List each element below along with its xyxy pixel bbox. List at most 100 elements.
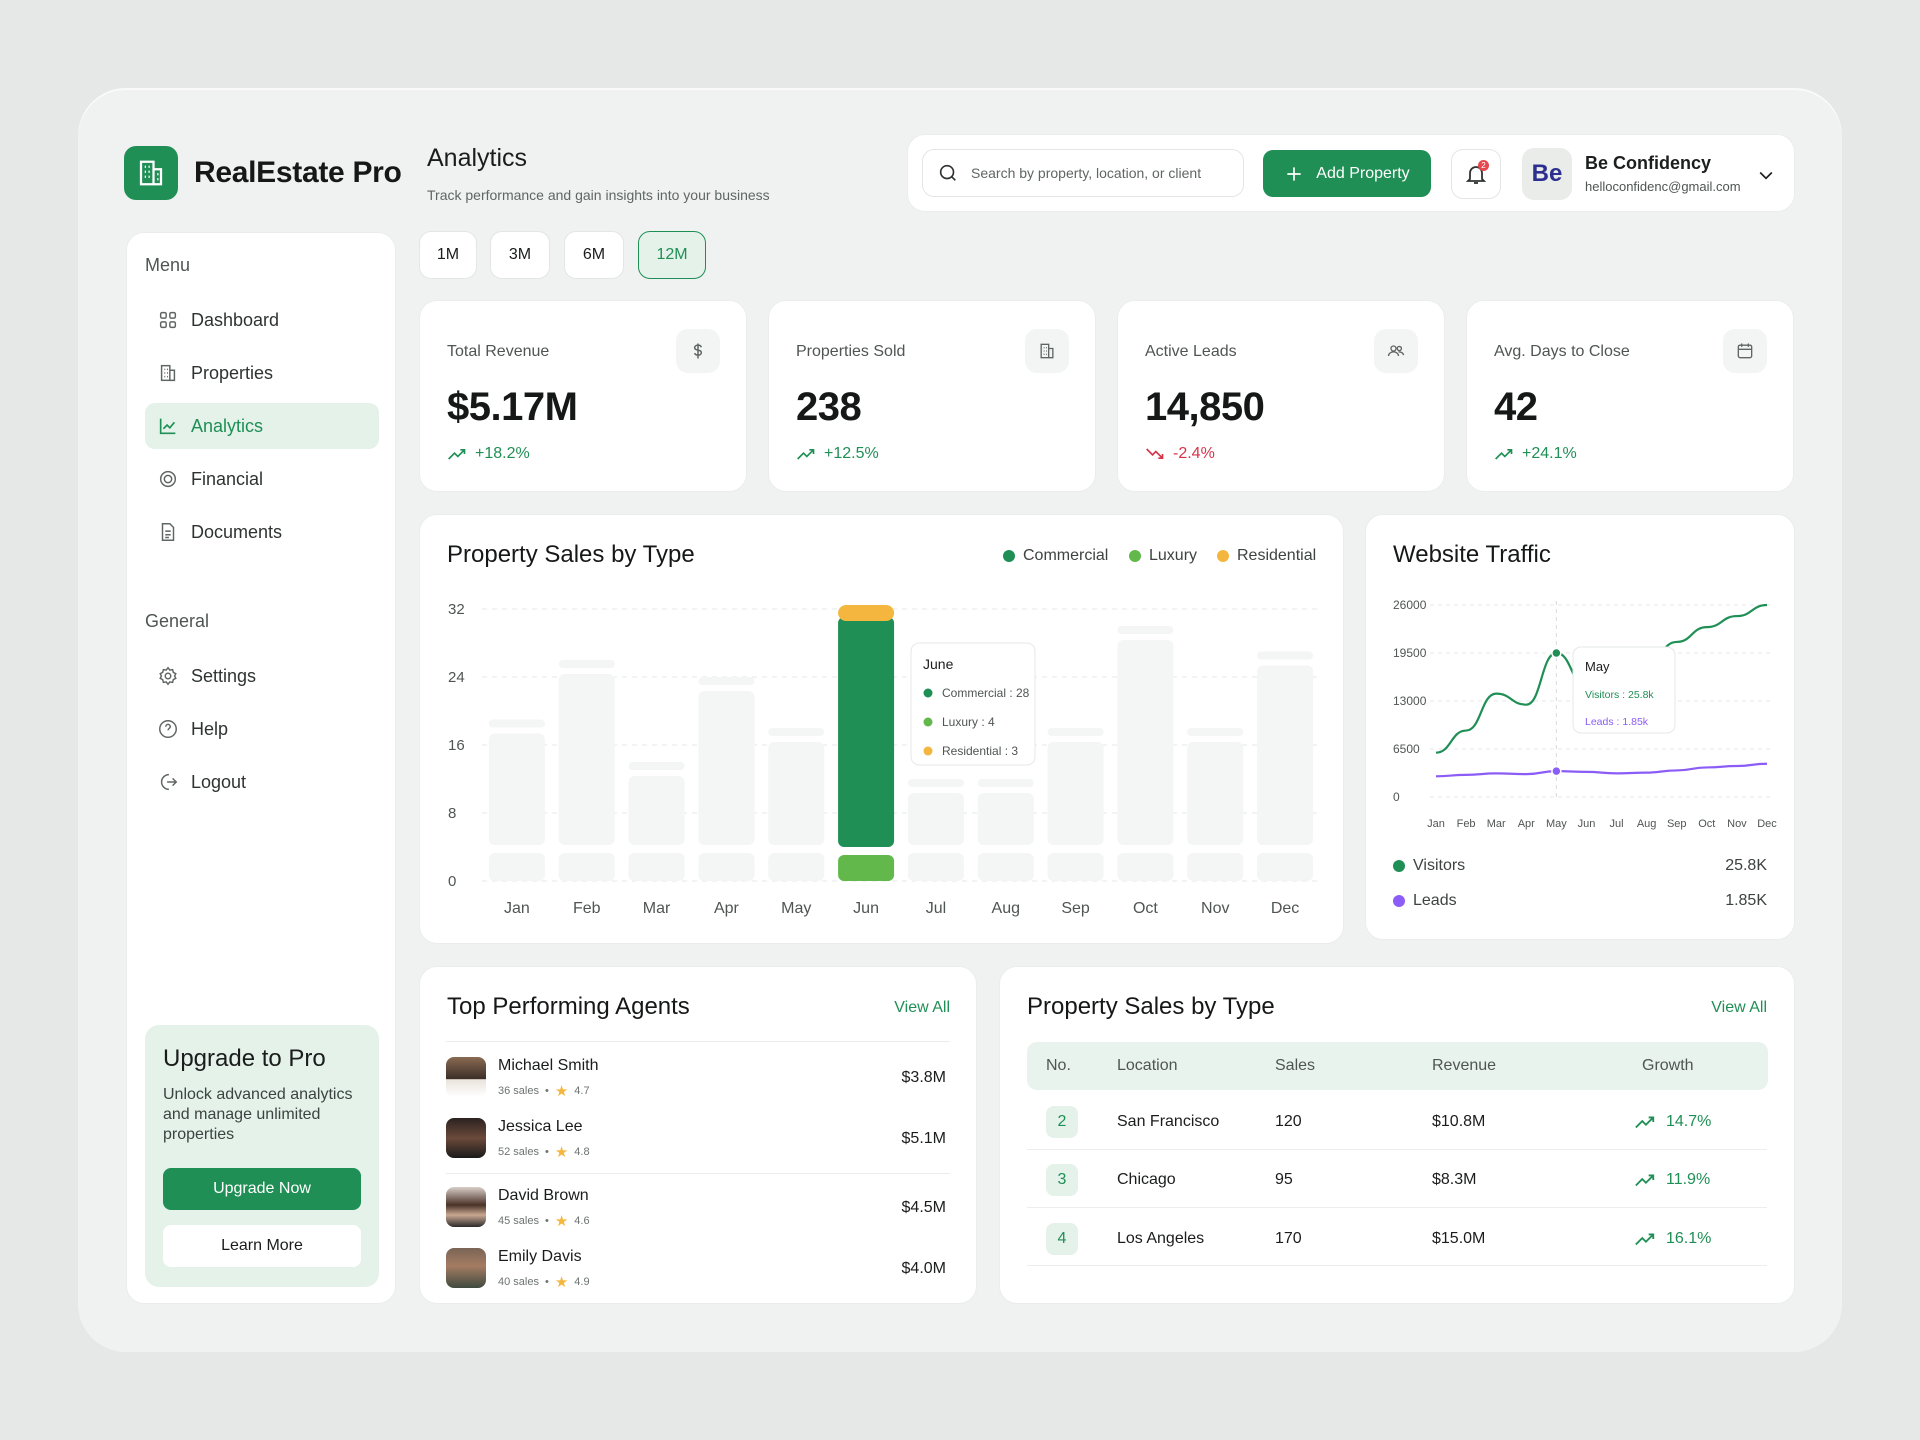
user-name: Be Confidency [1585,153,1712,173]
sidebar-item-properties[interactable]: Properties [145,350,379,396]
separator-dot: • [544,1146,549,1158]
agent-sales: 40 sales [498,1276,539,1288]
trend-up-icon [1495,449,1513,460]
bar-segment-inactive [1257,665,1314,845]
stat-value: $5.17M [447,385,578,429]
y-tick-label: 8 [448,805,456,822]
growth-value: 16.1% [1666,1230,1712,1247]
divider [1027,1149,1767,1150]
bar-segment-inactive [1047,742,1104,845]
star-icon: ★ [554,1083,569,1100]
agents-view-all-link[interactable]: View All [894,999,950,1017]
x-tick-label: Feb [573,900,601,917]
trend-up-icon [1635,1174,1655,1187]
agent-row[interactable]: Jessica Lee 52 sales • ★ 4.8 $5.1M [446,1108,946,1168]
agent-row[interactable]: David Brown 45 sales • ★ 4.6 $4.5M [446,1177,946,1237]
bar-segment-inactive [768,853,825,881]
bar-segment-inactive [1257,853,1314,881]
building-icon [160,364,176,382]
gear-icon [159,666,177,686]
building-logo-icon [124,146,178,200]
brand[interactable]: RealEstate Pro [124,146,402,200]
summary-label: Visitors [1413,857,1466,874]
agent-rating: 4.9 [574,1276,590,1288]
x-tick-label: Sep [1061,900,1090,917]
sidebar-item-dashboard[interactable]: Dashboard [145,297,379,343]
row-location: Los Angeles [1117,1230,1205,1247]
tooltip-line: Commercial : 28 [942,686,1030,700]
stat-delta: +24.1% [1494,445,1577,463]
agent-amount: $3.8M [901,1069,946,1086]
range-3m-button[interactable]: 3M [490,231,550,279]
trend-down-icon [1146,448,1164,459]
upgrade-title: Upgrade to Pro [163,1045,326,1072]
stat-delta-value: -2.4% [1173,445,1215,462]
trend-up-icon [1635,1233,1655,1246]
tooltip-title: June [923,656,954,672]
agent-amount: $5.1M [901,1130,946,1147]
agent-amount: $4.5M [901,1199,946,1216]
search-input[interactable] [971,165,1221,181]
range-6m-button[interactable]: 6M [564,231,624,279]
upgrade-now-button[interactable]: Upgrade Now [163,1168,361,1210]
x-tick-label: Oct [1133,900,1158,917]
table-header: No. Location Sales Revenue Growth [1027,1042,1768,1090]
upgrade-card: Upgrade to Pro Unlock advanced analytics… [145,1025,379,1287]
agent-row[interactable]: Emily Davis 40 sales • ★ 4.9 $4.0M [446,1238,946,1298]
sidebar-item-analytics[interactable]: Analytics [145,403,379,449]
y-tick-label: 24 [448,669,465,686]
x-tick-label: Jul [1610,818,1624,830]
stat-delta: +12.5% [796,445,879,463]
stat-label: Total Revenue [447,343,550,360]
sidebar-item-financial[interactable]: Financial [145,456,379,502]
stat-delta: +18.2% [447,445,530,463]
sidebar-item-help[interactable]: Help [145,706,379,752]
agent-row[interactable]: Michael Smith 36 sales • ★ 4.7 $3.8M [446,1047,946,1107]
chevron-down-icon[interactable] [1756,165,1776,185]
y-tick-label: 6500 [1393,742,1420,756]
sidebar-item-label: Settings [191,665,257,686]
sidebar-item-settings[interactable]: Settings [145,653,379,699]
series-line-leads [1435,762,1768,778]
dollar-icon [676,329,720,373]
sidebar-item-logout[interactable]: Logout [145,759,379,805]
row-location: San Francisco [1117,1113,1220,1130]
x-tick-label: Jun [853,900,879,917]
tooltip-dot [923,717,933,727]
series-point-leads [1551,765,1562,777]
agent-avatar [446,1057,486,1097]
table-view-all-link[interactable]: View All [1711,999,1767,1017]
sidebar-item-label: Financial [191,468,264,489]
stat-label: Avg. Days to Close [1494,343,1630,360]
agent-meta: 52 sales • ★ 4.8 [498,1143,590,1161]
tooltip-line: Residential : 3 [942,744,1018,758]
bar-segment-inactive [488,853,545,881]
table-title: Property Sales by Type [1027,993,1275,1020]
x-tick-label: Apr [714,900,740,917]
notification-button[interactable]: 2 [1451,149,1501,199]
summary-value: 1.85K [1725,892,1767,909]
upgrade-text: Unlock advanced analytics and manage unl… [163,1086,353,1143]
bar-segment-inactive [698,691,755,845]
chart-icon [159,418,176,435]
add-property-button[interactable]: Add Property [1263,150,1431,197]
range-12m-button[interactable]: 12M [638,231,706,279]
search-box[interactable] [922,149,1244,197]
x-tick-label: May [1546,818,1567,830]
sales-table-card: Property Sales by Type View All No. Loca… [999,966,1795,1304]
bar-chart: 0 8 16 24 32 Jan Feb Mar Apr May Jun Jul Aug Sep Oct No… [448,601,1320,917]
notification-badge: 2 [1478,160,1489,171]
agent-meta: 40 sales • ★ 4.9 [498,1273,590,1291]
agent-name: Emily Davis [498,1248,582,1265]
summary-visitors: Visitors [1393,857,1465,875]
sidebar-item-label: Properties [191,362,274,383]
learn-more-button[interactable]: Learn More [163,1225,361,1267]
bar-segment-inactive [907,853,964,881]
avatar[interactable]: Be [1522,148,1572,200]
growth-value: 14.7% [1666,1113,1712,1130]
row-number-badge: 2 [1046,1106,1078,1138]
sidebar: Menu Dashboard Properties Analytics Fina… [126,232,396,1304]
range-1m-button[interactable]: 1M [419,231,477,279]
sidebar-item-documents[interactable]: Documents [145,509,379,555]
agent-name: Michael Smith [498,1057,599,1074]
